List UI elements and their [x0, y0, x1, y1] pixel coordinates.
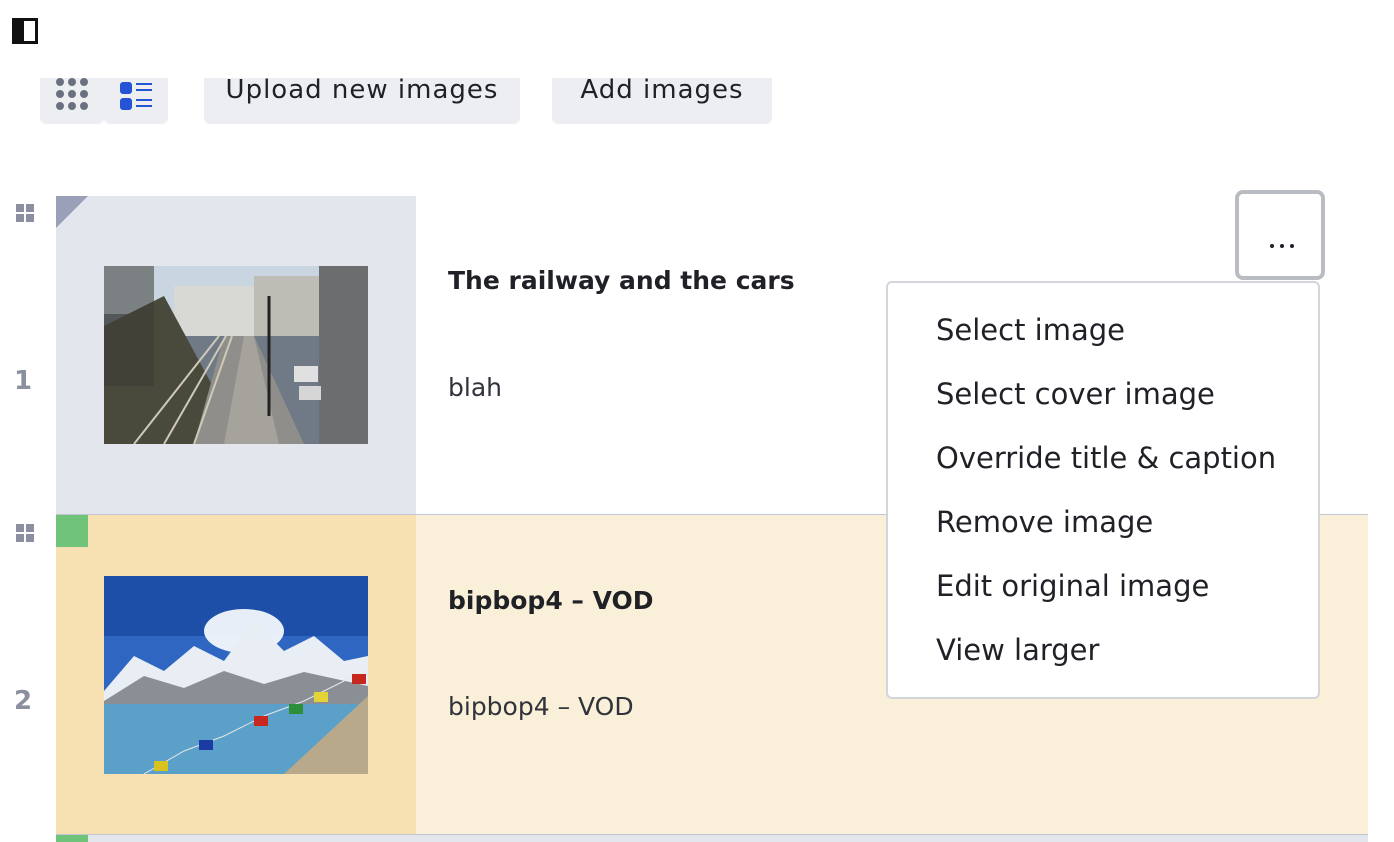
thumbnail-cell [56, 196, 416, 514]
drag-handle-icon[interactable] [16, 524, 34, 542]
sidebar-toggle-icon[interactable] [12, 18, 38, 44]
image-row [56, 835, 1368, 842]
list-icon [120, 80, 152, 112]
image-title: The railway and the cars [448, 266, 795, 295]
menu-item-override-title-caption[interactable]: Override title & caption [936, 441, 1276, 475]
menu-item-edit-original-image[interactable]: Edit original image [936, 569, 1209, 603]
menu-item-remove-image[interactable]: Remove image [936, 505, 1153, 539]
add-images-button[interactable]: Add images [552, 77, 772, 124]
grid-icon [56, 78, 88, 110]
context-menu: Select image Select cover image Override… [886, 281, 1320, 699]
row-number: 1 [14, 366, 33, 396]
mountain-lake-thumbnail[interactable] [104, 576, 368, 774]
image-caption: blah [448, 373, 502, 402]
railway-thumbnail[interactable] [104, 266, 368, 444]
menu-item-select-cover-image[interactable]: Select cover image [936, 377, 1215, 411]
more-options-button[interactable] [1235, 190, 1325, 280]
thumbnail-cell [56, 515, 416, 834]
drag-handle-icon[interactable] [16, 204, 34, 222]
grid-view-button[interactable] [40, 78, 104, 124]
list-view-button[interactable] [104, 78, 168, 124]
upload-new-images-button[interactable]: Upload new images [204, 77, 520, 124]
image-title: bipbop4 – VOD [448, 586, 654, 615]
menu-item-select-image[interactable]: Select image [936, 313, 1125, 347]
image-caption: bipbop4 – VOD [448, 692, 634, 721]
status-corner [56, 515, 88, 547]
status-corner [56, 835, 88, 842]
status-corner [56, 196, 88, 228]
menu-item-view-larger[interactable]: View larger [936, 633, 1099, 667]
row-number: 2 [14, 686, 33, 716]
